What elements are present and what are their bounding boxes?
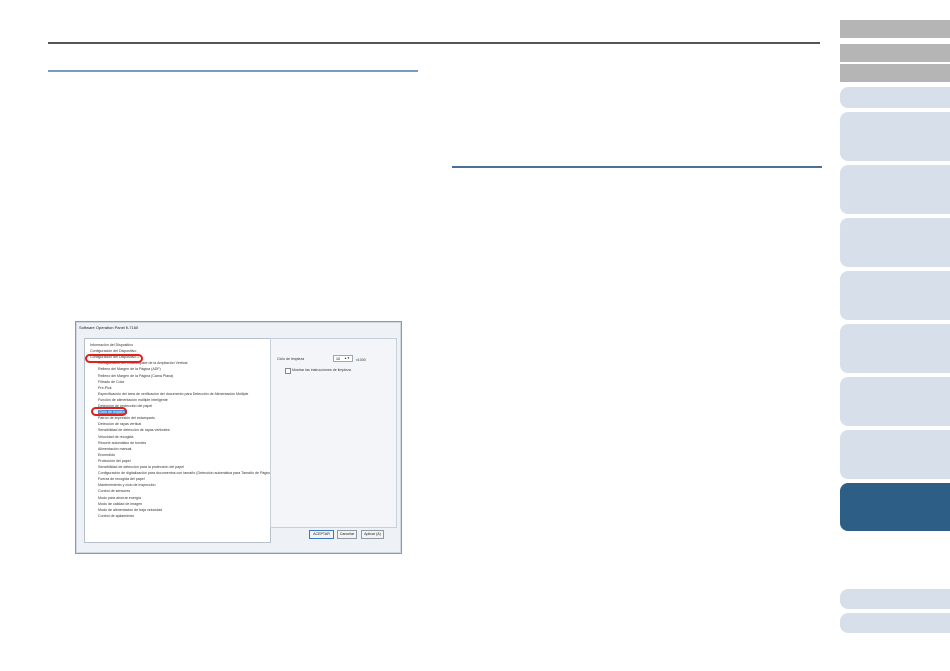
tree-item[interactable]: Recorte automático de bordes [98,441,146,445]
nav-tab-chapter-7[interactable] [840,430,950,479]
tree-item[interactable]: Relleno del Margen de la Página (Cama Pl… [98,374,173,378]
section-rule-right [452,166,822,168]
tree-item[interactable]: Encendido [98,453,115,457]
tree-item[interactable]: Modo de alimentación de baja velocidad [98,508,162,512]
cleaning-cycle-value: 10 [336,357,340,361]
tree-item[interactable]: Protección del papel [98,459,131,463]
cleaning-cycle-label: Ciclo de limpieza [277,357,305,361]
nav-tab-chapter-1[interactable] [840,112,950,161]
tree-item[interactable]: Filtrado de Color [98,380,125,384]
nav-tab-glossary[interactable] [840,613,950,633]
section-rule-left [48,70,418,72]
tree-item[interactable]: Configuración de digitalización para doc… [98,471,270,475]
tree-item[interactable]: Sensibilidad de detección de rayas verti… [98,428,170,432]
tree-item[interactable]: Pre-Pick [98,386,112,390]
nav-tab-chapter-5[interactable] [840,324,950,373]
highlight-device-settings-2 [85,354,143,363]
ok-button[interactable]: ACEPTAR [309,530,334,539]
nav-tab-index[interactable] [840,20,950,38]
tree-item[interactable]: Velocidad de recogida [98,435,133,439]
tree-item[interactable]: Control de apilamiento [98,514,134,518]
tree-item[interactable]: Detección de rayas vertical [98,422,141,426]
nav-tab-chapter-2[interactable] [840,165,950,214]
tree-item[interactable]: Fuerza de recogida del papel [98,477,145,481]
tree-item[interactable]: Configuración del Dispositivo [90,349,136,353]
dialog-title: Software Operation Panel fi-7160 [79,325,139,330]
tree-item[interactable]: Modo de calidad de imagen [98,502,142,506]
nav-tab-top[interactable] [840,44,950,62]
tree-item[interactable]: Relleno del Margen de la Página (ADF) [98,367,161,371]
nav-tab-chapter-3[interactable] [840,218,950,267]
tree-item[interactable]: Control de sensores [98,489,130,493]
top-rule [48,42,820,44]
cancel-button[interactable]: Cancelar [337,530,357,539]
software-operation-panel-dialog: Software Operation Panel fi-7160 Informa… [75,321,402,554]
nav-tab-chapter-8-active[interactable] [840,483,950,531]
tree-item[interactable]: Función de alimentación múltiple intelig… [98,398,168,402]
nav-tab-chapter-4[interactable] [840,271,950,320]
nav-tab-appendix[interactable] [840,589,950,609]
tree-item[interactable]: Información del Dispositivo [90,343,133,347]
tree-item[interactable]: Especificación del área de verificación … [98,392,248,396]
tree-item[interactable]: Modo para ahorrar energía [98,496,141,500]
nav-tab-chapter-6[interactable] [840,377,950,426]
show-instructions-checkbox[interactable] [285,368,291,374]
show-instructions-label: Mostrar las instrucciones de limpieza [292,368,351,372]
tree-item[interactable]: Alimentación manual [98,447,131,451]
tree-item[interactable]: Sensibilidad de detección para la protec… [98,465,184,469]
cleaning-cycle-unit: x1000 [356,358,366,362]
settings-tree[interactable]: Información del Dispositivo Configuración… [84,338,271,543]
apply-button[interactable]: Aplicar (A) [361,530,384,539]
nav-tab-intro[interactable] [840,87,950,108]
settings-panel: Ciclo de limpieza 10 ▲▼ x1000 Mostrar la… [270,338,397,528]
highlight-cleaning-cycle [91,407,127,416]
tree-item[interactable]: Patrón de impresión del estampado [98,416,155,420]
tree-item[interactable]: Mantenimiento y ciclo de inspección [98,483,156,487]
spin-arrows-icon[interactable]: ▲▼ [343,356,351,361]
nav-tab-contents[interactable] [840,64,950,82]
